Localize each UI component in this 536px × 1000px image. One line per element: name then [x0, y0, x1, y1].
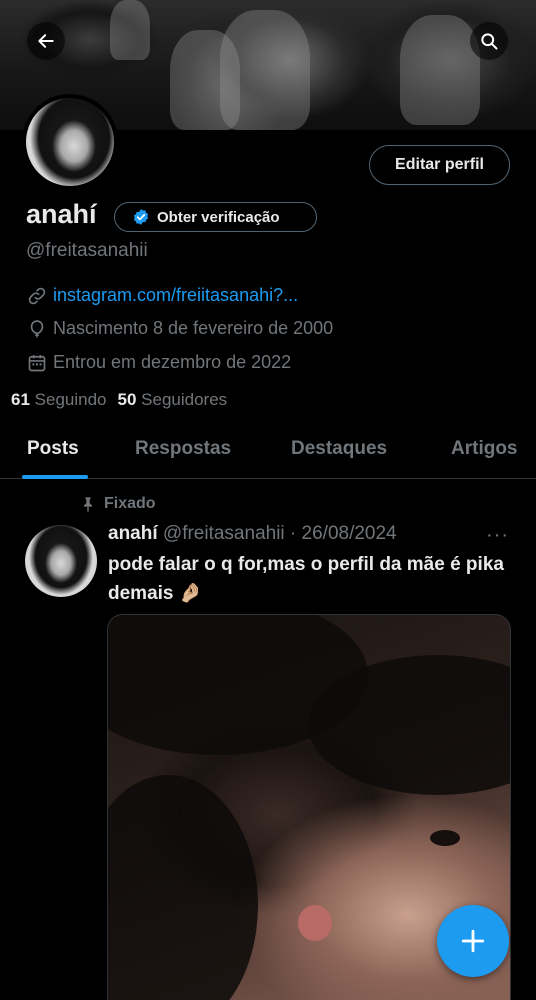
verified-badge-icon — [133, 209, 149, 225]
profile-joined: Entrou em dezembro de 2022 — [53, 352, 292, 372]
profile-birth-row: Nascimento 8 de fevereiro de 2000 — [27, 318, 333, 339]
followers-link[interactable]: 50 Seguidores — [118, 390, 228, 410]
profile-name: anahí — [26, 199, 97, 229]
profile-joined-row: Entrou em dezembro de 2022 — [27, 352, 291, 373]
profile-link[interactable]: instagram.com/freiitasanahi?... — [53, 285, 298, 306]
active-tab-indicator — [22, 475, 88, 479]
pin-icon — [84, 497, 92, 512]
media-lips — [298, 905, 332, 941]
edit-profile-button[interactable]: Editar perfil — [369, 145, 510, 185]
balloon-icon — [30, 319, 44, 337]
plus-icon — [461, 929, 485, 953]
tab-replies[interactable]: Respostas — [135, 438, 231, 460]
profile-handle: @freitasanahii — [26, 240, 148, 261]
post-text: pode falar o q for,mas o perfil da mãe é… — [108, 554, 504, 604]
pinned-label: Fixado — [104, 495, 156, 512]
get-verified-label: Obter verificação — [157, 208, 280, 226]
search-button[interactable] — [470, 22, 508, 60]
post-author-name[interactable]: anahí — [108, 523, 158, 544]
tab-posts[interactable]: Posts — [27, 438, 79, 460]
pinned-indicator: Fixado — [80, 495, 156, 513]
compose-post-button[interactable] — [437, 905, 509, 977]
post-more-button[interactable]: ··· — [486, 524, 509, 547]
followers-count: 50 — [117, 390, 137, 409]
following-count: 61 — [11, 390, 30, 409]
profile-birth: Nascimento 8 de fevereiro de 2000 — [53, 318, 334, 338]
calendar-icon — [28, 354, 46, 371]
followers-label: Seguidores — [141, 390, 228, 409]
arrow-left-icon — [38, 34, 54, 48]
tab-highlights[interactable]: Destaques — [291, 438, 387, 460]
post-header: anahí @freitasanahii · 26/08/2024 — [108, 523, 397, 545]
profile-avatar[interactable] — [22, 94, 118, 190]
back-button[interactable] — [27, 22, 65, 60]
search-icon — [481, 33, 498, 50]
follow-stats: 61 Seguindo 50 Seguidores — [11, 390, 227, 410]
media-eye — [430, 830, 460, 846]
post-author-avatar[interactable] — [25, 525, 97, 597]
tab-articles[interactable]: Artigos — [451, 438, 518, 460]
following-link[interactable]: 61 Seguindo — [11, 390, 107, 410]
profile-link-row[interactable]: instagram.com/freiitasanahi?... — [27, 285, 298, 306]
link-icon — [28, 287, 46, 304]
profile-tabs: Posts Respostas Destaques Artigos — [0, 430, 536, 479]
post-author-meta: @freitasanahii · 26/08/2024 — [162, 523, 397, 544]
following-label: Seguindo — [34, 390, 107, 409]
get-verified-button[interactable]: Obter verificação — [114, 202, 317, 232]
